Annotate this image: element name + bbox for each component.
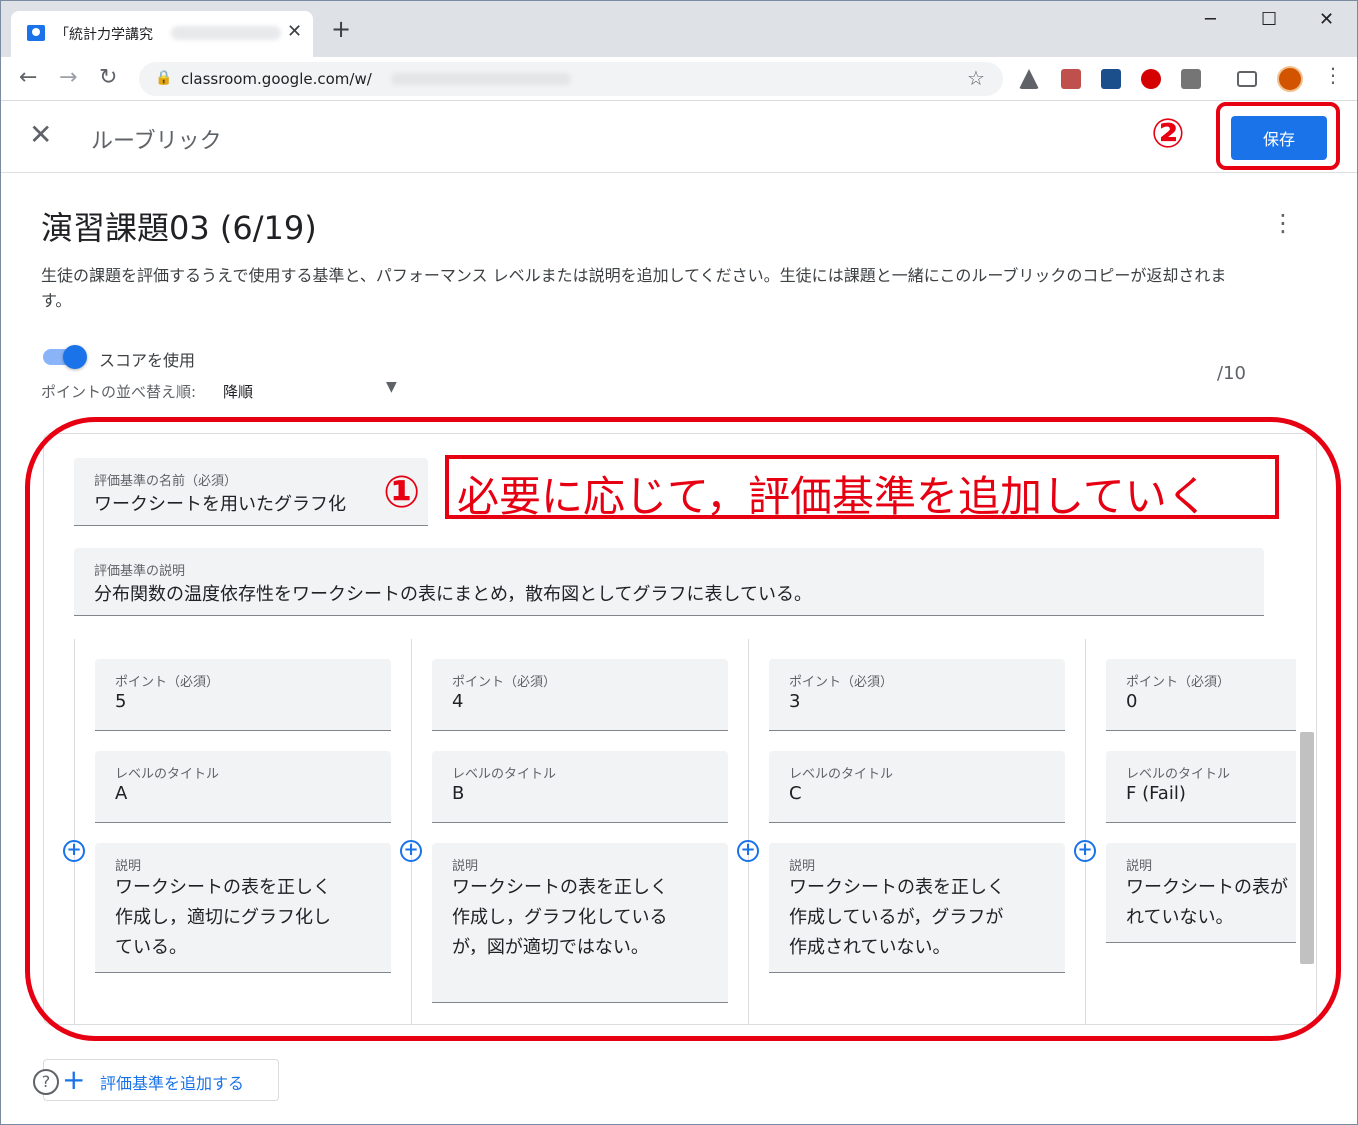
address-bar[interactable]: 🔒 classroom.google.com/w/ ☆ [139, 62, 1003, 96]
minimize-icon[interactable]: ─ [1205, 9, 1216, 30]
bookmark-star-icon[interactable]: ☆ [967, 66, 985, 90]
tab-title-redacted [171, 26, 281, 40]
forward-icon[interactable]: → [59, 65, 77, 90]
chat-extension-icon[interactable] [1181, 69, 1201, 89]
lock-icon: 🔒 [155, 70, 173, 86]
drive-extension-icon[interactable] [1019, 69, 1039, 89]
back-icon[interactable]: ← [19, 65, 37, 90]
profile-avatar[interactable] [1277, 66, 1303, 92]
sort-order-label: ポイントの並べ替え順: [41, 383, 197, 401]
step1-annotation-box: 必要に応じて，評価基準を追加していく [445, 455, 1279, 521]
tab-close-icon[interactable]: ✕ [287, 21, 302, 42]
sort-order-select[interactable]: 降順 [223, 381, 253, 402]
close-icon[interactable]: ✕ [29, 119, 52, 151]
classroom-favicon-icon [27, 25, 45, 41]
save-annotation-ring [1216, 102, 1340, 170]
browser-tab[interactable]: 「統計力学講究 ✕ [11, 11, 313, 57]
new-tab-icon[interactable]: + [331, 17, 351, 41]
browser-toolbar: ← → ↻ 🔒 classroom.google.com/w/ ☆ ⋮ [1, 57, 1357, 101]
page-title: 演習課題03 (6/19) [41, 209, 317, 247]
add-criterion-label: 評価基準を追加する [100, 1074, 245, 1093]
rubric-instructions: 生徒の課題を評価するうえで使用する基準と、パフォーマンス レベルまたは説明を追加… [41, 266, 1227, 310]
security-extension-icon[interactable] [1141, 69, 1161, 89]
chrome-menu-icon[interactable]: ⋮ [1323, 63, 1343, 87]
tab-strip: 「統計力学講究 ✕ + ─ ☐ ✕ [1, 1, 1357, 57]
add-criterion-button[interactable]: + 評価基準を追加する [43, 1059, 279, 1101]
step1-annotation-text: 必要に応じて，評価基準を追加していく [457, 472, 1209, 521]
url-redacted [391, 73, 571, 85]
use-score-toggle-knob[interactable] [63, 345, 87, 369]
reload-icon[interactable]: ↻ [99, 65, 117, 90]
more-options-icon[interactable]: ⋮ [1271, 209, 1295, 237]
maximize-icon[interactable]: ☐ [1261, 9, 1277, 30]
step2-marker: ② [1151, 111, 1185, 157]
chevron-down-icon[interactable]: ▼ [386, 379, 397, 395]
plus-icon: + [62, 1063, 86, 1096]
cast-icon[interactable] [1237, 71, 1257, 87]
step1-marker: ① [383, 467, 421, 518]
browser-window: 「統計力学講究 ✕ + ─ ☐ ✕ ← → ↻ 🔒 classroom.goog… [0, 0, 1358, 1125]
total-points: /10 [1217, 363, 1246, 384]
window-close-icon[interactable]: ✕ [1319, 9, 1334, 30]
url-text: classroom.google.com/w/ [181, 70, 372, 88]
help-icon[interactable]: ? [33, 1069, 59, 1095]
use-score-label: スコアを使用 [99, 351, 196, 370]
pdf-extension-icon[interactable] [1061, 69, 1081, 89]
tab-title: 「統計力学講究 [55, 27, 153, 43]
password-extension-icon[interactable] [1101, 69, 1121, 89]
header-title: ルーブリック [91, 129, 222, 154]
